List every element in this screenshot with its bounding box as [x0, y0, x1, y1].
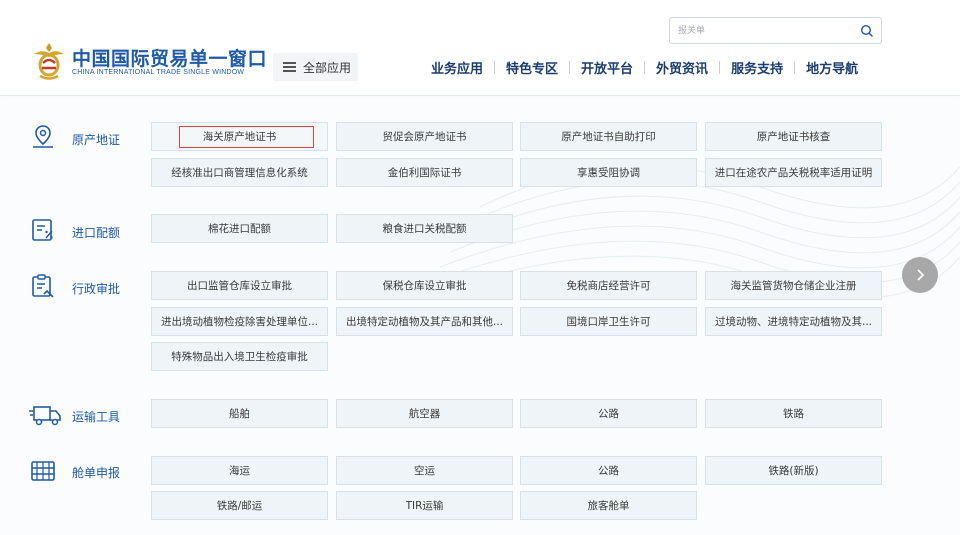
quota-document-icon — [32, 219, 53, 241]
app-button[interactable]: TIR运输 — [336, 491, 513, 520]
menu-icon — [283, 62, 296, 72]
app-button-label: 进出境动植物检疫除害处理单位... — [160, 316, 318, 328]
app-button-label: 空运 — [414, 465, 435, 477]
app-button-label: TIR运输 — [405, 500, 444, 512]
app-button-label: 原产地证书自助打印 — [561, 131, 656, 143]
app-button[interactable]: 海运 — [151, 456, 328, 485]
app-button-label: 享惠受阻协调 — [577, 167, 640, 179]
app-button-label: 原产地证书核查 — [756, 131, 831, 143]
app-button-label: 航空器 — [408, 408, 441, 420]
app-button[interactable]: 出境特定动植物及其产品和其他... — [336, 307, 513, 336]
app-button-label: 经核准出口商管理信息化系统 — [171, 167, 308, 179]
app-button-label: 棉花进口配额 — [208, 223, 271, 235]
brand-name-cn[interactable]: 中国国际贸易单一窗口 — [72, 44, 267, 71]
next-page-button[interactable] — [902, 257, 938, 293]
app-button-label: 免税商店经营许可 — [566, 280, 651, 292]
app-button[interactable]: 进出境动植物检疫除害处理单位... — [151, 307, 328, 336]
app-button[interactable]: 免税商店经营许可 — [520, 271, 697, 300]
category-label-import-quota: 进口配额 — [72, 226, 121, 240]
app-button-label: 海运 — [229, 465, 250, 477]
app-button[interactable]: 公路 — [520, 399, 697, 428]
app-button[interactable]: 国境口岸卫生许可 — [520, 307, 697, 336]
app-button[interactable]: 过境动物、进境特定动植物及其... — [705, 307, 882, 336]
app-button-label: 国境口岸卫生许可 — [566, 316, 651, 328]
logo-icon[interactable] — [30, 40, 68, 82]
category-label-transport: 运输工具 — [72, 410, 121, 424]
app-button-label: 金伯利国际证书 — [387, 167, 462, 179]
app-button-customs-origin-cert[interactable]: 海关原产地证书 — [151, 122, 328, 151]
search-icon[interactable] — [860, 24, 874, 38]
app-button[interactable]: 航空器 — [336, 399, 513, 428]
app-button-label: 过境动物、进境特定动植物及其... — [714, 316, 872, 328]
brand-name-en: CHINA INTERNATIONAL TRADE SINGLE WINDOW — [72, 69, 245, 76]
app-button[interactable]: 金伯利国际证书 — [336, 158, 513, 187]
app-button-label: 公路 — [598, 408, 619, 420]
app-button[interactable]: 铁路 — [705, 399, 882, 428]
nav-service-support[interactable]: 服务支持 — [720, 58, 794, 77]
app-button-label: 出口监管仓库设立审批 — [187, 280, 292, 292]
app-button-label: 贸促会原产地证书 — [382, 131, 467, 143]
app-catalog: 原产地证 海关原产地证书 贸促会原产地证书 原产地证书自助打印 原产地证书核查 … — [0, 97, 960, 535]
app-button-label: 海关监管货物仓储企业注册 — [730, 280, 857, 292]
app-button-label: 铁路 — [783, 408, 804, 420]
app-button[interactable]: 经核准出口商管理信息化系统 — [151, 158, 328, 187]
nav-open-platform[interactable]: 开放平台 — [570, 58, 644, 77]
truck-icon — [29, 406, 61, 426]
approval-clipboard-icon — [32, 274, 54, 298]
app-button-label: 铁路(新版) — [768, 465, 819, 477]
all-apps-button[interactable]: 全部应用 — [273, 53, 358, 81]
app-button[interactable]: 海关监管货物仓储企业注册 — [705, 271, 882, 300]
all-apps-label: 全部应用 — [303, 60, 352, 75]
nav-trade-news[interactable]: 外贸资讯 — [645, 58, 719, 77]
app-button[interactable]: 保税仓库设立审批 — [336, 271, 513, 300]
app-button-label: 粮食进口关税配额 — [382, 223, 467, 235]
manifest-icon — [31, 461, 55, 481]
app-button[interactable]: 棉花进口配额 — [151, 214, 328, 243]
app-button[interactable]: 空运 — [336, 456, 513, 485]
category-label-admin-approval: 行政审批 — [72, 282, 121, 296]
app-button-label: 旅客舱单 — [587, 500, 630, 512]
app-button[interactable]: 原产地证书自助打印 — [520, 122, 697, 151]
app-button-label: 出境特定动植物及其产品和其他... — [345, 316, 503, 328]
app-button-label: 公路 — [598, 465, 619, 477]
app-button-label: 船舶 — [229, 408, 250, 420]
app-button[interactable]: 贸促会原产地证书 — [336, 122, 513, 151]
app-button[interactable]: 铁路/邮运 — [151, 491, 328, 520]
app-button-label: 海关原产地证书 — [202, 131, 277, 143]
app-button[interactable]: 进口在途农产品关税税率适用证明 — [705, 158, 882, 187]
main-nav: 业务应用 特色专区 开放平台 外贸资讯 服务支持 地方导航 — [420, 58, 869, 77]
app-button[interactable]: 粮食进口关税配额 — [336, 214, 513, 243]
location-pin-icon — [33, 125, 53, 148]
app-button[interactable]: 铁路(新版) — [705, 456, 882, 485]
category-label-manifest: 舱单申报 — [72, 466, 121, 480]
app-button[interactable]: 船舶 — [151, 399, 328, 428]
nav-business-apps[interactable]: 业务应用 — [420, 58, 494, 77]
site-header: 中国国际贸易单一窗口 CHINA INTERNATIONAL TRADE SIN… — [0, 0, 960, 96]
app-button-label: 保税仓库设立审批 — [382, 280, 467, 292]
app-button-label: 进口在途农产品关税税率适用证明 — [714, 167, 873, 179]
app-button[interactable]: 特殊物品出入境卫生检疫审批 — [151, 342, 328, 371]
app-button[interactable]: 出口监管仓库设立审批 — [151, 271, 328, 300]
app-button[interactable]: 公路 — [520, 456, 697, 485]
nav-featured-zone[interactable]: 特色专区 — [495, 58, 569, 77]
search-box — [669, 17, 882, 44]
search-input[interactable] — [678, 23, 848, 39]
app-button[interactable]: 原产地证书核查 — [705, 122, 882, 151]
app-button-label: 特殊物品出入境卫生检疫审批 — [171, 351, 308, 363]
nav-local-navigation[interactable]: 地方导航 — [795, 58, 869, 77]
chevron-right-icon — [917, 269, 925, 281]
app-button-label: 铁路/邮运 — [216, 500, 263, 512]
app-button[interactable]: 旅客舱单 — [520, 491, 697, 520]
app-button[interactable]: 享惠受阻协调 — [520, 158, 697, 187]
category-label-origin: 原产地证 — [72, 133, 121, 147]
